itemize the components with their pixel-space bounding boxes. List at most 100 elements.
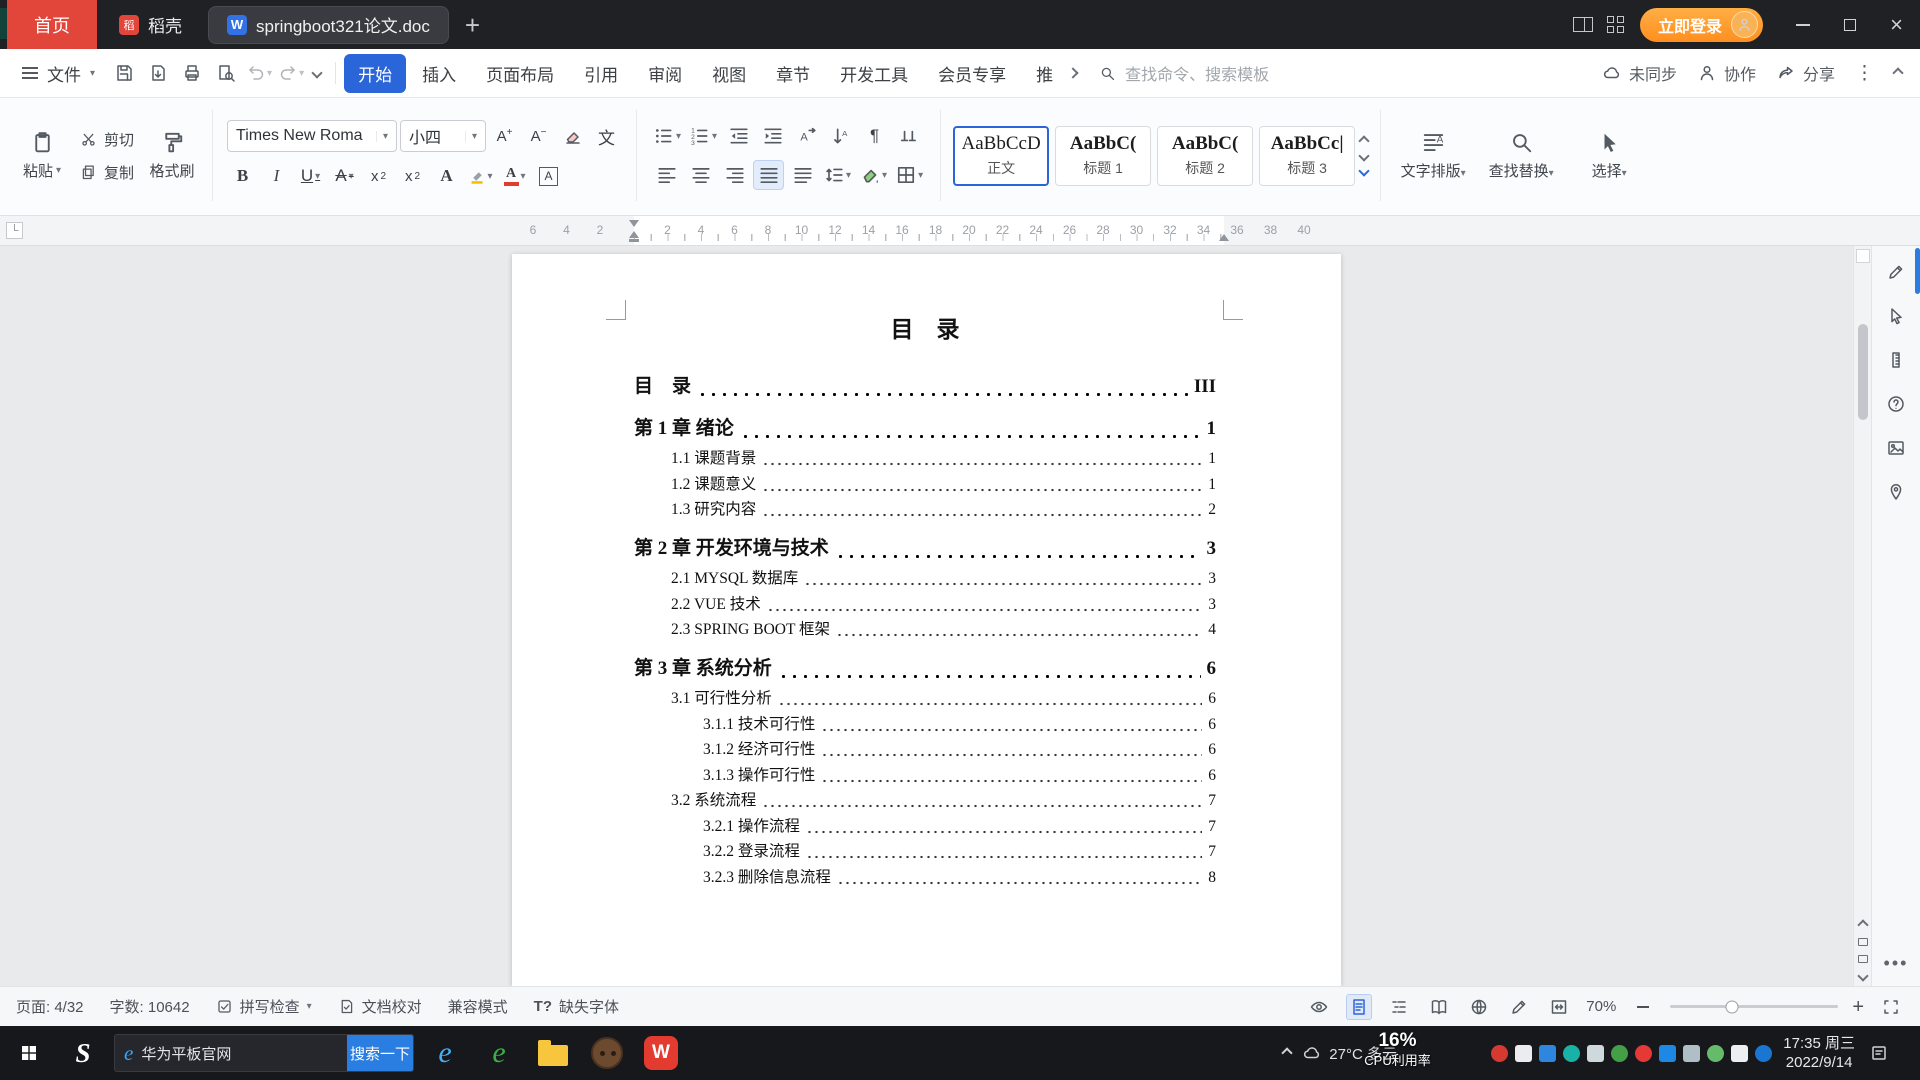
tray-expand-button[interactable] [1282,1047,1293,1058]
style-scroll-up[interactable] [1358,135,1369,146]
subscript-button[interactable]: x2 [397,161,428,191]
taskbar-search-button[interactable]: 搜索一下 [347,1035,413,1071]
wps-taskbar-icon[interactable]: W [638,1030,684,1076]
screenshot-image-icon[interactable] [1886,438,1906,458]
network-icon[interactable] [1587,1045,1604,1062]
more-tools-button[interactable]: ••• [1884,953,1909,974]
missing-font-button[interactable]: T? 缺失字体 [534,996,619,1017]
help-icon[interactable] [1886,394,1906,414]
edit-mode-button[interactable] [1506,994,1532,1020]
document-canvas[interactable]: 目 录 目 录III第 1 章 绪论11.1 课题背景11.2 课题意义11.3… [0,246,1853,986]
show-paragraph-marks-button[interactable]: ¶ [859,121,890,151]
fit-page-button[interactable] [1546,994,1572,1020]
underline-button[interactable]: U▾ [295,161,326,191]
print-preview-button[interactable] [209,56,243,90]
security-shield-icon[interactable] [1539,1045,1556,1062]
sort-button[interactable]: A [825,121,856,151]
save-button[interactable] [107,56,141,90]
export-pdf-button[interactable] [141,56,175,90]
search-app-icon[interactable] [1755,1045,1772,1062]
print-button[interactable] [175,56,209,90]
browser-taskbar-icon[interactable]: e [476,1030,522,1076]
chat-app-icon[interactable] [1515,1045,1532,1062]
sync-status[interactable]: 未同步 [1602,61,1677,85]
font-size-combo[interactable]: 小四▾ [400,120,486,152]
green-app-icon[interactable] [1611,1045,1628,1062]
tabs-overflow-chevron[interactable] [1067,67,1078,78]
font-name-combo[interactable]: Times New Roma▾ [227,120,397,152]
select-cursor-icon[interactable] [1886,306,1906,326]
borders-button[interactable]: ▾ [893,160,926,190]
scroll-down-button[interactable] [1857,970,1868,981]
docer-tab[interactable]: 稻 稻壳 [97,0,204,49]
action-center-button[interactable] [1866,1040,1892,1066]
clear-format-button[interactable] [557,121,588,151]
style-card-3[interactable]: AaBbCc|标题 3 [1259,126,1355,186]
cut-button[interactable]: 剪切 [74,127,140,152]
home-tab[interactable]: 首页 [7,0,97,49]
new-tab-button[interactable]: + [465,12,480,38]
zoom-out-button[interactable] [1630,994,1656,1020]
increase-indent-button[interactable] [757,121,788,151]
undo-dropdown[interactable]: ▾ [267,68,272,79]
eye-protect-button[interactable] [1306,994,1332,1020]
web-view-button[interactable] [1466,994,1492,1020]
text-effects-button[interactable]: A [431,161,462,191]
measure-ruler-icon[interactable] [1886,350,1906,370]
share-button[interactable]: 分享 [1776,61,1835,85]
hanging-indent-marker[interactable] [629,231,639,238]
menu-tab-3[interactable]: 引用 [570,54,632,93]
previous-page-button[interactable] [1858,938,1868,946]
menu-tab-0[interactable]: 开始 [344,54,406,93]
zoom-level[interactable]: 70% [1586,998,1616,1015]
style-card-1[interactable]: AaBbC(标题 1 [1055,126,1151,186]
music-app-icon[interactable] [1635,1045,1652,1062]
left-indent-marker[interactable] [629,239,639,243]
compatibility-mode[interactable]: 兼容模式 [448,996,508,1017]
tab-selector[interactable]: └ [6,222,23,239]
menu-tab-9[interactable]: 推 [1022,54,1067,93]
login-button[interactable]: 立即登录 [1640,8,1763,42]
bold-button[interactable]: B [227,161,258,191]
minimize-button[interactable] [1779,0,1826,49]
taskbar-search-text[interactable]: 华为平板官网 [141,1043,339,1064]
redo-dropdown[interactable]: ▾ [299,68,304,79]
align-right-button[interactable] [719,160,750,190]
menu-tab-4[interactable]: 审阅 [634,54,696,93]
distribute-button[interactable] [787,160,818,190]
leaf-app-icon[interactable] [1707,1045,1724,1062]
scrollbar-thumb[interactable] [1858,324,1868,420]
style-card-0[interactable]: AaBbCcD正文 [953,126,1049,186]
workspace-grid-icon[interactable] [1607,16,1624,33]
locate-pin-icon[interactable] [1886,482,1906,502]
align-left-button[interactable] [651,160,682,190]
shading-button[interactable]: ▾ [857,160,890,190]
collapse-ribbon-button[interactable] [1892,67,1903,78]
first-line-indent-marker[interactable] [629,220,639,227]
menu-tab-5[interactable]: 视图 [698,54,760,93]
character-border-button[interactable]: A [533,161,564,191]
vertical-scrollbar[interactable] [1853,246,1871,986]
paste-button[interactable]: 粘贴▾ [10,104,74,207]
page-view-button[interactable] [1346,994,1372,1020]
phonetic-guide-button[interactable]: 文 [591,121,622,151]
menu-tab-8[interactable]: 会员专享 [924,54,1020,93]
style-more-button[interactable] [1358,165,1369,176]
book-view-button[interactable] [1426,994,1452,1020]
command-search[interactable]: 查找命令、搜索模板 [1099,61,1364,85]
antivirus-icon[interactable] [1491,1045,1508,1062]
decrease-indent-button[interactable] [723,121,754,151]
italic-button[interactable]: I [261,161,292,191]
copy-button[interactable]: 复制 [74,160,140,185]
ie-taskbar-icon[interactable]: e [422,1030,468,1076]
style-card-2[interactable]: AaBbC(标题 2 [1157,126,1253,186]
annotate-pen-icon[interactable] [1886,262,1906,282]
decrease-font-button[interactable]: A− [523,121,554,151]
collaborate-button[interactable]: 协作 [1697,61,1756,85]
file-menu-button[interactable]: 文件 ▾ [10,61,107,86]
split-window-icon[interactable] [1573,17,1593,32]
close-button[interactable]: × [1873,0,1920,49]
bluetooth-icon[interactable] [1659,1045,1676,1062]
word-count[interactable]: 字数: 10642 [110,996,190,1017]
maximize-button[interactable] [1826,0,1873,49]
